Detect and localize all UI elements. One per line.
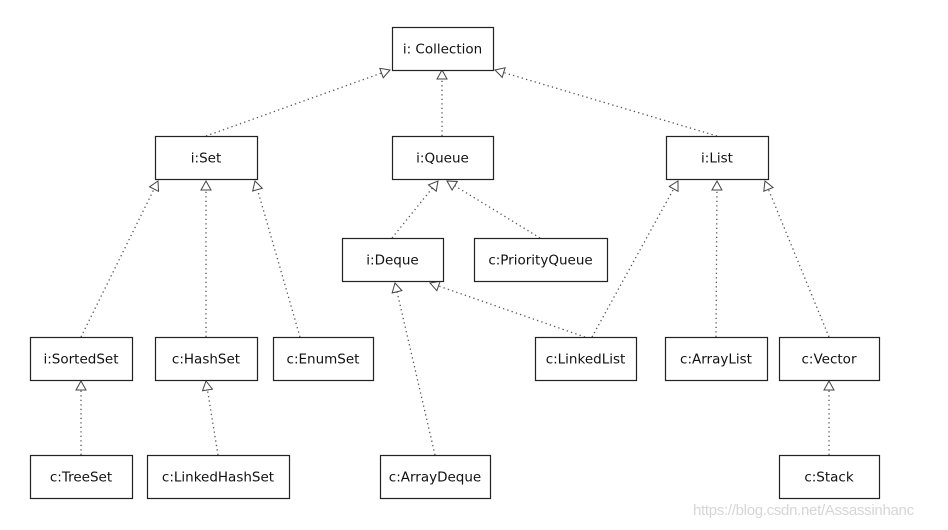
dotted-line bbox=[391, 187, 433, 239]
edge-vector-to-list bbox=[763, 180, 830, 338]
edge-deque-to-queue bbox=[391, 180, 439, 239]
class-box-treeset[interactable]: c:TreeSet bbox=[29, 454, 134, 500]
edge-enumset-to-set bbox=[252, 180, 301, 338]
diagram-svg: i: Collection i:Set i:Queue i:List i:Deque c:… bbox=[29, 26, 881, 500]
class-label: c:LinkedHashSet bbox=[162, 470, 274, 486]
hollow-arrowhead-icon bbox=[823, 379, 835, 391]
class-label: i:Deque bbox=[366, 253, 418, 269]
class-label: i: Collection bbox=[403, 42, 482, 58]
uml-diagram: i: Collection i:Set i:Queue i:List i:Deque c:… bbox=[0, 0, 948, 530]
class-label: i:Set bbox=[191, 151, 221, 167]
edge-queue-to-collection bbox=[436, 68, 448, 136]
edge-treeset-to-sortedset bbox=[75, 379, 87, 455]
class-box-arraylist[interactable]: c:ArrayList bbox=[664, 336, 769, 382]
class-label: c:EnumSet bbox=[287, 352, 360, 368]
class-box-deque[interactable]: i:Deque bbox=[341, 237, 445, 283]
class-label: i:SortedSet bbox=[43, 352, 118, 368]
class-label: c:Vector bbox=[802, 352, 857, 368]
dotted-line bbox=[80, 188, 155, 338]
class-box-stack[interactable]: c:Stack bbox=[778, 454, 881, 500]
hollow-arrowhead-icon bbox=[494, 67, 506, 79]
hollow-arrowhead-icon bbox=[200, 179, 212, 191]
class-box-queue[interactable]: i:Queue bbox=[391, 135, 495, 181]
dotted-line bbox=[256, 189, 301, 338]
class-label: c:HashSet bbox=[172, 352, 240, 368]
class-box-priorityqueue[interactable]: c:PriorityQueue bbox=[473, 237, 609, 283]
edge-hashset-to-set bbox=[200, 179, 212, 337]
class-label: c:LinkedList bbox=[546, 352, 626, 368]
edge-arraylist-to-list bbox=[711, 179, 723, 338]
hollow-arrowhead-icon bbox=[201, 379, 214, 392]
hollow-arrowhead-icon bbox=[711, 179, 723, 191]
class-label: i:List bbox=[701, 151, 733, 167]
class-label: c:ArrayDeque bbox=[389, 470, 481, 486]
class-box-collection[interactable]: i: Collection bbox=[391, 26, 495, 72]
hollow-arrowhead-icon bbox=[391, 281, 403, 294]
hollow-arrowhead-icon bbox=[763, 180, 775, 193]
class-label: c:PriorityQueue bbox=[488, 253, 592, 269]
class-box-vector[interactable]: c:Vector bbox=[778, 336, 881, 382]
class-box-linkedhashset[interactable]: c:LinkedHashSet bbox=[146, 454, 291, 500]
class-box-hashset[interactable]: c:HashSet bbox=[154, 336, 259, 382]
edge-list-to-collection bbox=[494, 67, 718, 137]
hollow-arrowhead-icon bbox=[252, 180, 264, 192]
class-box-enumset[interactable]: c:EnumSet bbox=[272, 336, 375, 382]
class-box-set[interactable]: i:Set bbox=[154, 135, 259, 181]
class-box-arraydeque[interactable]: c:ArrayDeque bbox=[379, 454, 492, 500]
class-label: c:Stack bbox=[804, 470, 854, 486]
dotted-line bbox=[715, 189, 718, 338]
edge-set-to-collection bbox=[205, 67, 391, 137]
hollow-arrowhead-icon bbox=[75, 379, 87, 391]
edge-arraydeque-to-deque bbox=[391, 281, 436, 456]
class-label: c:TreeSet bbox=[50, 470, 112, 486]
class-box-linkedlist[interactable]: c:LinkedList bbox=[534, 336, 638, 382]
watermark: https://blog.csdn.net/Assassinhanc bbox=[693, 502, 914, 519]
dotted-line bbox=[454, 185, 541, 239]
hollow-arrowhead-icon bbox=[429, 280, 441, 292]
class-box-sortedset[interactable]: i:SortedSet bbox=[29, 336, 134, 382]
dotted-line bbox=[206, 389, 219, 456]
dotted-line bbox=[503, 71, 718, 137]
hollow-arrowhead-icon bbox=[668, 180, 679, 193]
hollow-arrowhead-icon bbox=[427, 180, 439, 193]
dotted-line bbox=[396, 291, 436, 456]
hollow-arrowhead-icon bbox=[446, 180, 459, 191]
dotted-line bbox=[205, 72, 382, 137]
class-box-list[interactable]: i:List bbox=[665, 135, 770, 181]
edge-priorityqueue-to-queue bbox=[446, 180, 541, 239]
dotted-line bbox=[438, 285, 586, 338]
hollow-arrowhead-icon bbox=[379, 67, 391, 79]
edge-stack-to-vector bbox=[823, 379, 835, 455]
edge-linkedlist-to-deque bbox=[429, 280, 586, 338]
class-label: c:ArrayList bbox=[680, 352, 752, 368]
edge-sortedset-to-set bbox=[80, 180, 160, 338]
class-label: i:Queue bbox=[416, 151, 469, 167]
hollow-arrowhead-icon bbox=[436, 68, 448, 80]
hollow-arrowhead-icon bbox=[148, 180, 160, 193]
edge-linkedhashset-to-hashset bbox=[201, 379, 219, 456]
dotted-line bbox=[767, 189, 830, 338]
